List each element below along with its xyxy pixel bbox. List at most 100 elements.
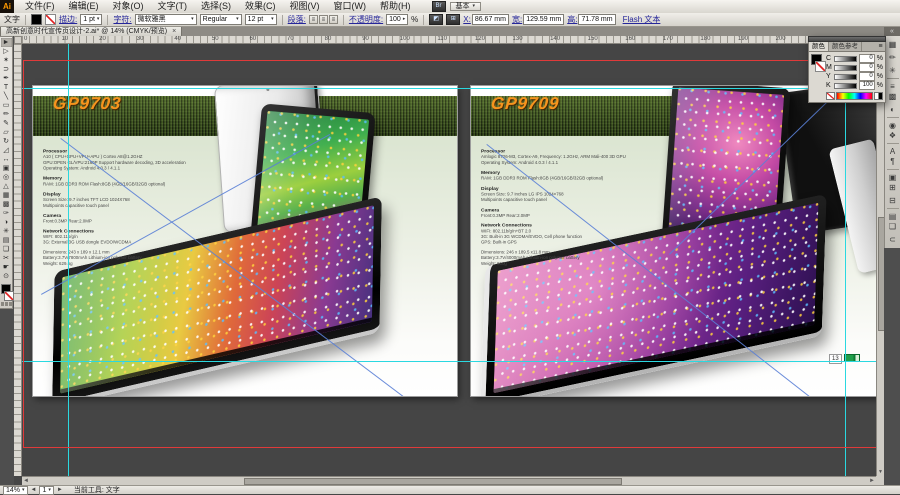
none-swatch[interactable] (826, 92, 835, 100)
mesh-tool[interactable]: ▦ (1, 191, 12, 200)
channel-slider[interactable] (834, 65, 857, 71)
panel-menu-icon[interactable]: ≡ (876, 42, 885, 51)
menu-object[interactable]: 对象(O) (106, 0, 151, 13)
horizontal-scroll-thumb[interactable] (244, 478, 622, 485)
character-panel-icon[interactable]: A (887, 143, 899, 154)
layers-panel-icon[interactable]: ▤ (887, 208, 899, 219)
column-graph-tool[interactable]: ▤ (1, 236, 12, 245)
transparency-panel-icon[interactable]: ◐ (887, 104, 899, 115)
width-tool[interactable]: ↔ (1, 155, 12, 164)
menu-effect[interactable]: 效果(C) (238, 0, 283, 13)
horizontal-scrollbar[interactable]: ◄ ► (22, 476, 876, 485)
white-black-swatch[interactable] (874, 92, 883, 100)
horizontal-ruler[interactable]: 0102030405060708090100110120130140150160… (22, 36, 876, 44)
font-style-dropdown[interactable]: Regular ▾ (200, 14, 242, 25)
channel-slider[interactable] (834, 83, 857, 89)
channel-slider[interactable] (834, 56, 857, 62)
recolor-artwork-icon[interactable]: ◩ (429, 14, 443, 25)
brushes-panel-icon[interactable]: ✏ (887, 52, 899, 63)
document-tab[interactable]: 高新创意时代宣传页设计-2.ai* @ 14% (CMYK/预览) × (0, 26, 182, 36)
stroke-color-swatch[interactable] (4, 291, 14, 301)
direct-selection-tool[interactable]: ▷ (1, 47, 12, 56)
menu-window[interactable]: 窗口(W) (327, 0, 374, 13)
bridge-icon[interactable]: Br (432, 1, 446, 12)
gradient-panel-icon[interactable]: ▩ (887, 91, 899, 102)
draw-normal-button[interactable] (1, 302, 4, 306)
color-spectrum-ramp[interactable] (836, 92, 873, 100)
flash-text-button[interactable]: Flash 文本 (623, 14, 661, 25)
type-tool[interactable]: T (1, 83, 12, 92)
character-link[interactable]: 字符: (113, 14, 131, 25)
draw-inside-button[interactable] (9, 302, 12, 306)
paragraph-link[interactable]: 段落: (288, 14, 306, 25)
menu-select[interactable]: 选择(S) (194, 0, 238, 13)
align-left-icon[interactable]: ≡ (309, 15, 318, 24)
eraser-tool[interactable]: ▱ (1, 128, 12, 137)
artboard-tool[interactable]: ❏ (1, 245, 12, 254)
align-right-icon[interactable]: ≡ (329, 15, 338, 24)
close-icon[interactable]: × (172, 27, 176, 36)
pen-tool[interactable]: ✒ (1, 74, 12, 83)
vertical-scrollbar[interactable]: ▲ ▼ (876, 44, 884, 476)
workspace-switcher[interactable]: 基本 ▾ (450, 2, 482, 11)
font-size-dropdown[interactable]: 12 pt ▾ (245, 14, 277, 25)
align-objects-icon[interactable]: ⊞ (446, 14, 460, 25)
paragraph-panel-icon[interactable]: ¶ (887, 156, 899, 167)
stroke-panel-icon[interactable]: ≡ (887, 78, 899, 89)
free-transform-tool[interactable]: ▣ (1, 164, 12, 173)
color-guide-panel-tab[interactable]: 颜色参考 (829, 42, 862, 51)
symbols-panel-icon[interactable]: ✳ (887, 65, 899, 76)
scroll-right-icon[interactable]: ► (868, 477, 876, 485)
scroll-left-icon[interactable]: ◄ (22, 477, 30, 485)
swatches-panel-icon[interactable]: ▦ (887, 39, 899, 50)
rotate-tool[interactable]: ↻ (1, 137, 12, 146)
blend-tool[interactable]: ◑ (1, 218, 12, 227)
next-artboard-button[interactable]: ► (57, 487, 63, 494)
appearance-panel-icon[interactable]: ◉ (887, 117, 899, 128)
rectangle-tool[interactable]: ▭ (1, 101, 12, 110)
scale-tool[interactable]: ◿ (1, 146, 12, 155)
artboards-panel-icon[interactable]: ❏ (887, 221, 899, 232)
stroke-color-swatch[interactable] (45, 14, 56, 25)
graphic-styles-panel-icon[interactable]: ❖ (887, 130, 899, 141)
eyedropper-tool[interactable]: ✑ (1, 209, 12, 218)
zoom-tool[interactable]: ⊙ (1, 272, 12, 281)
ruler-corner[interactable] (14, 36, 22, 44)
prev-artboard-button[interactable]: ◄ (31, 487, 37, 494)
align-panel-icon[interactable]: ⊞ (887, 182, 899, 193)
draw-behind-button[interactable] (5, 302, 8, 306)
menu-view[interactable]: 视图(V) (283, 0, 327, 13)
perspective-grid-tool[interactable]: △ (1, 182, 12, 191)
fill-color-swatch[interactable] (31, 14, 42, 25)
font-family-dropdown[interactable]: 微软雅黑 ▾ (135, 14, 197, 25)
align-center-icon[interactable]: ≡ (319, 15, 328, 24)
links-panel-icon[interactable]: ⊂ (887, 234, 899, 245)
scroll-down-icon[interactable]: ▼ (877, 469, 884, 476)
shape-builder-tool[interactable]: ◎ (1, 173, 12, 182)
hand-tool[interactable]: ☛ (1, 263, 12, 272)
lasso-tool[interactable]: ⊃ (1, 65, 12, 74)
slice-tool[interactable]: ✂ (1, 254, 12, 263)
vertical-ruler[interactable] (14, 44, 22, 476)
dock-expand-button[interactable]: « (884, 27, 900, 36)
canvas[interactable]: GP9703 ProcessorA10 ( CPU+GPU+VPU+APU ) … (22, 44, 876, 476)
paintbrush-tool[interactable]: ✏ (1, 110, 12, 119)
opacity-input[interactable]: 100 ▸ (386, 14, 408, 25)
menu-type[interactable]: 文字(T) (151, 0, 195, 13)
magic-wand-tool[interactable]: ✶ (1, 56, 12, 65)
artboard-number-box[interactable]: 1 ▾ (39, 486, 53, 495)
color-panel-tab[interactable]: 颜色 (809, 42, 829, 51)
menu-edit[interactable]: 编辑(E) (62, 0, 106, 13)
opacity-link[interactable]: 不透明度: (349, 14, 383, 25)
transform-panel-icon[interactable]: ▣ (887, 169, 899, 180)
line-segment-tool[interactable]: ╲ (1, 92, 12, 101)
stroke-color-swatch[interactable] (815, 61, 826, 72)
menu-file[interactable]: 文件(F) (18, 0, 62, 13)
gradient-tool[interactable]: ▩ (1, 200, 12, 209)
symbol-sprayer-tool[interactable]: ✳ (1, 227, 12, 236)
stroke-weight-dropdown[interactable]: 1 pt ▾ (80, 14, 102, 25)
selection-tool[interactable]: ► (1, 38, 12, 47)
stroke-link[interactable]: 描边: (59, 14, 77, 25)
zoom-level-box[interactable]: 14% ▾ (3, 486, 28, 495)
menu-help[interactable]: 帮助(H) (373, 0, 418, 13)
